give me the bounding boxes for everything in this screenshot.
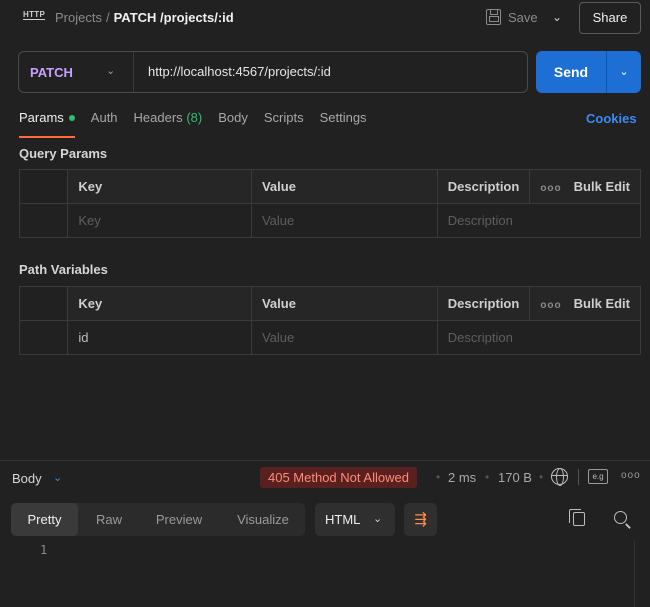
- save-button[interactable]: Save: [508, 10, 538, 25]
- query-params-table: Key Value Description ooo Bulk Edit Key V…: [18, 169, 642, 238]
- value-input[interactable]: Value: [250, 320, 438, 355]
- bulk-edit-cell: ooo Bulk Edit: [529, 286, 641, 321]
- value-input[interactable]: Value: [250, 203, 438, 238]
- description-input[interactable]: Description: [436, 203, 642, 238]
- response-time[interactable]: 2 ms: [448, 470, 476, 485]
- tab-scripts[interactable]: Scripts: [264, 110, 304, 132]
- tab-body[interactable]: Body: [218, 110, 248, 132]
- tab-visualize[interactable]: Visualize: [222, 503, 304, 536]
- more-options-icon[interactable]: ooo: [540, 300, 561, 311]
- wrap-lines-icon[interactable]: ⇶: [404, 503, 437, 536]
- tab-preview[interactable]: Preview: [140, 503, 218, 536]
- scrollbar[interactable]: [634, 541, 650, 607]
- table-row: Key Value Description: [18, 203, 642, 238]
- bulk-edit-button[interactable]: Bulk Edit: [574, 179, 630, 194]
- description-column-header: Description: [436, 286, 531, 321]
- headers-count: (8): [186, 110, 203, 125]
- breadcrumb: Projects / PATCH /projects/:id: [55, 10, 234, 25]
- description-input[interactable]: Description: [436, 320, 642, 355]
- tab-raw[interactable]: Raw: [80, 503, 138, 536]
- key-cell: id: [67, 320, 252, 355]
- tab-headers[interactable]: Headers (8): [134, 110, 203, 132]
- save-example-icon[interactable]: e.g: [588, 469, 608, 484]
- line-number: 1: [40, 543, 48, 557]
- toolbar-divider: [578, 469, 579, 485]
- search-icon[interactable]: [614, 511, 627, 524]
- save-icon[interactable]: [486, 9, 501, 25]
- http-icon: HTTP: [23, 10, 46, 20]
- response-body-label[interactable]: Body: [12, 471, 42, 486]
- description-column-header: Description: [436, 169, 531, 204]
- share-button[interactable]: Share: [579, 2, 641, 34]
- query-params-title: Query Params: [19, 146, 108, 161]
- bulk-edit-cell: ooo Bulk Edit: [529, 169, 641, 204]
- request-name[interactable]: PATCH /projects/:id: [114, 10, 234, 25]
- key-input[interactable]: Key: [67, 203, 252, 238]
- tab-headers-label: Headers: [133, 110, 183, 125]
- checkbox-column-header: [18, 169, 69, 204]
- path-variables-table: Key Value Description ooo Bulk Edit id Va…: [18, 286, 642, 355]
- copy-icon[interactable]: [569, 509, 585, 526]
- send-button[interactable]: Send: [536, 51, 606, 93]
- tab-settings[interactable]: Settings: [320, 110, 367, 132]
- response-body-chevron-icon[interactable]: ⌄: [53, 471, 62, 484]
- globe-icon[interactable]: [551, 468, 568, 486]
- tab-auth[interactable]: Auth: [91, 110, 118, 132]
- format-select[interactable]: HTML: [315, 503, 395, 536]
- row-checkbox[interactable]: [18, 203, 69, 238]
- tab-params-label: Params: [19, 110, 64, 125]
- method-chevron-down-icon[interactable]: ⌄: [106, 64, 115, 77]
- status-badge[interactable]: 405 Method Not Allowed: [260, 467, 417, 488]
- more-options-icon[interactable]: ooo: [540, 183, 561, 194]
- request-tabs: Params Auth Headers (8) Body Scripts Set…: [19, 110, 383, 138]
- params-active-dot-icon: [68, 114, 75, 121]
- breadcrumb-parent[interactable]: Projects: [55, 10, 102, 25]
- table-row: id Value Description: [18, 320, 642, 355]
- meta-separator: •: [539, 470, 544, 484]
- breadcrumb-separator: /: [105, 10, 110, 25]
- checkbox-column-header: [18, 286, 69, 321]
- meta-separator: •: [485, 470, 490, 484]
- response-divider: [0, 460, 650, 461]
- format-chevron-down-icon[interactable]: ⌄: [373, 503, 382, 536]
- tab-params[interactable]: Params: [19, 110, 75, 138]
- more-options-icon[interactable]: ooo: [621, 470, 641, 481]
- path-variables-title: Path Variables: [19, 262, 108, 277]
- bulk-edit-button[interactable]: Bulk Edit: [574, 296, 630, 311]
- table-header-row: Key Value Description ooo Bulk Edit: [18, 286, 641, 321]
- key-column-header: Key: [67, 169, 252, 204]
- value-column-header: Value: [250, 169, 438, 204]
- cookies-link[interactable]: Cookies: [586, 111, 637, 126]
- url-divider: [133, 52, 134, 92]
- row-checkbox[interactable]: [18, 320, 69, 355]
- table-header-row: Key Value Description ooo Bulk Edit: [18, 169, 641, 204]
- save-options-chevron-icon[interactable]: ⌄: [552, 10, 562, 24]
- key-column-header: Key: [67, 286, 252, 321]
- tab-pretty[interactable]: Pretty: [11, 503, 78, 536]
- send-options-chevron-icon[interactable]: ⌄: [607, 51, 641, 93]
- method-select[interactable]: PATCH: [30, 65, 73, 80]
- meta-separator: •: [436, 470, 441, 484]
- value-column-header: Value: [250, 286, 438, 321]
- response-size[interactable]: 170 B: [498, 470, 532, 485]
- url-input[interactable]: http://localhost:4567/projects/:id: [148, 64, 331, 79]
